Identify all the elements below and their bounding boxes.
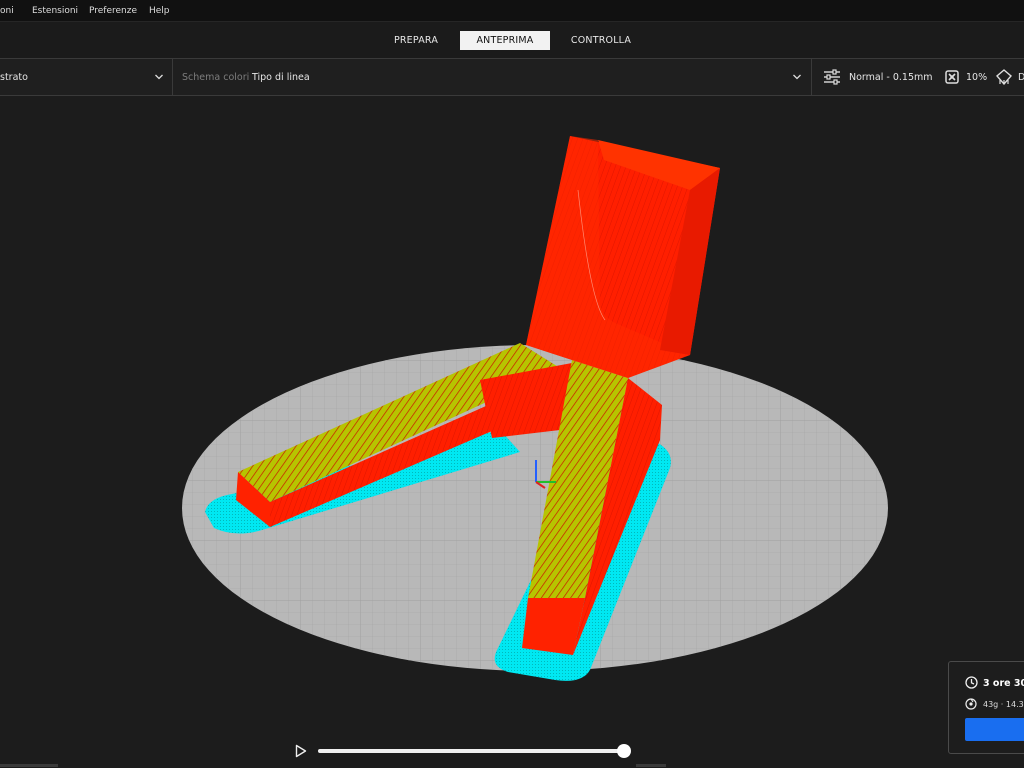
save-to-disk-button[interactable]	[965, 718, 1024, 741]
menu-item-preferenze[interactable]: Preferenze	[89, 6, 137, 16]
layer-progress-slider[interactable]	[318, 749, 624, 753]
color-scheme-value: Tipo di linea	[252, 72, 310, 83]
spool-icon	[965, 698, 977, 710]
menu-item-estensioni[interactable]: Estensioni	[32, 6, 78, 16]
sliders-icon	[824, 69, 840, 85]
support-label: D	[1018, 72, 1024, 83]
view-type-value: strato	[0, 72, 28, 83]
menu-item-extensions-partial[interactable]: oni	[0, 6, 14, 16]
tab-prepara[interactable]: PREPARA	[385, 31, 447, 50]
tab-anteprima[interactable]: ANTEPRIMA	[460, 31, 550, 50]
tab-controlla[interactable]: CONTROLLA	[563, 31, 639, 50]
profile-label: Normal - 0.15mm	[849, 72, 933, 83]
chevron-down-icon	[155, 74, 163, 80]
view-type-dropdown[interactable]: strato	[0, 59, 172, 96]
menu-item-help[interactable]: Help	[149, 6, 170, 16]
viewport-scrollbar[interactable]	[636, 764, 666, 767]
stage-bar: PREPARA ANTEPRIMA CONTROLLA	[0, 22, 1024, 58]
sliced-model-preview	[182, 136, 888, 681]
cura-window: oni Estensioni Preferenze Help PREPARA A…	[0, 0, 1024, 768]
print-settings-button[interactable]: Normal - 0.15mm 10% D	[812, 59, 1024, 96]
clock-icon	[965, 676, 978, 689]
chevron-down-icon	[793, 74, 801, 80]
color-scheme-dropdown[interactable]: Schema colori Tipo di linea	[173, 59, 811, 96]
color-scheme-label: Schema colori	[182, 72, 250, 83]
viewport-scrollbar[interactable]	[0, 764, 58, 767]
3d-viewport[interactable]	[0, 96, 1024, 768]
menubar: oni Estensioni Preferenze Help	[0, 0, 1024, 22]
job-info-panel: 3 ore 30 m 43g · 14.37	[948, 661, 1024, 754]
infill-label: 10%	[966, 72, 988, 83]
slider-handle[interactable]	[617, 744, 631, 758]
support-icon	[996, 69, 1012, 85]
print-time: 3 ore 30 m	[983, 678, 1024, 689]
play-icon[interactable]	[295, 744, 307, 758]
material-usage: 43g · 14.37	[983, 700, 1024, 709]
preview-toolbar: strato Schema colori Tipo di linea Norma…	[0, 58, 1024, 96]
upright-arm	[526, 136, 720, 378]
infill-icon	[945, 70, 959, 84]
